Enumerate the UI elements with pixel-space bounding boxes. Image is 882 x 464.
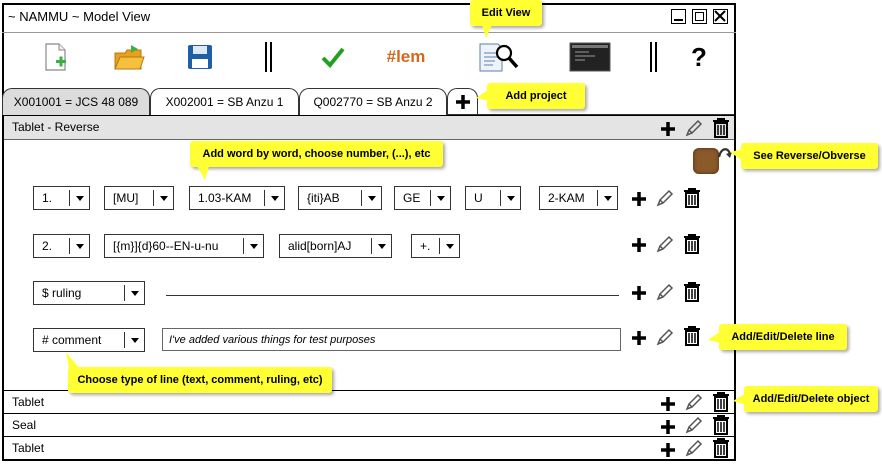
note-add-word: Add word by word, choose number, (...), … <box>190 141 443 167</box>
delete-line-icon[interactable] <box>681 233 703 255</box>
word-select[interactable]: +. <box>411 234 460 258</box>
word-select[interactable]: [MU] <box>104 186 174 210</box>
note-see-reverse: See Reverse/Obverse <box>741 143 878 169</box>
object-header-label: Tablet - Reverse <box>12 120 100 134</box>
new-file-icon[interactable] <box>42 40 70 74</box>
add-icon[interactable] <box>657 118 679 140</box>
add-line-icon[interactable] <box>628 188 650 210</box>
maximize-button[interactable] <box>692 9 707 24</box>
delete-object-icon[interactable] <box>710 391 732 413</box>
note-edit-view: Edit View <box>470 0 542 26</box>
edit-line-icon[interactable] <box>654 326 676 348</box>
object-header <box>4 115 734 140</box>
add-object-icon[interactable] <box>657 416 679 438</box>
edit-object-icon[interactable] <box>683 437 705 459</box>
minimize-button[interactable] <box>671 9 686 24</box>
window-title: ~ NAMMU ~ Model View <box>8 9 151 24</box>
line-type-select[interactable]: 1. <box>33 186 90 210</box>
add-object-icon[interactable] <box>657 393 679 415</box>
tab-q002770[interactable]: Q002770 = SB Anzu 2 <box>299 88 447 115</box>
note-add-edit-line: Add/Edit/Delete line <box>719 324 847 350</box>
note-pointer <box>197 166 209 180</box>
note-pointer <box>66 352 79 368</box>
note-add-edit-object: Add/Edit/Delete object <box>744 386 878 412</box>
toolbar-separator <box>650 42 657 72</box>
add-line-icon[interactable] <box>628 282 650 304</box>
tab-x001001[interactable]: X001001 = JCS 48 089 <box>2 88 150 115</box>
trash-icon[interactable] <box>710 117 732 139</box>
delete-line-icon[interactable] <box>681 187 703 209</box>
ruling-line <box>166 295 619 296</box>
word-select[interactable]: [{m}]{d}60--EN-u-nu <box>104 234 264 258</box>
line-type-select[interactable]: 2. <box>33 234 90 258</box>
save-icon[interactable] <box>186 40 214 74</box>
tablet-reverse-icon[interactable] <box>693 148 719 174</box>
object-label: Tablet <box>12 395 45 409</box>
delete-line-icon[interactable] <box>681 325 703 347</box>
object-row[interactable]: Tablet <box>4 390 734 413</box>
delete-object-icon[interactable] <box>710 437 732 459</box>
word-select[interactable]: 2-KAM <box>539 186 618 210</box>
word-select[interactable]: GE <box>394 186 451 210</box>
word-select[interactable]: alid[born]AJ <box>279 234 392 258</box>
edit-view-icon[interactable] <box>478 40 520 74</box>
line-type-select[interactable]: $ ruling <box>33 281 145 305</box>
open-folder-icon[interactable] <box>112 40 146 74</box>
note-pointer <box>476 89 489 101</box>
note-choose-type: Choose type of line (text, comment, ruli… <box>68 367 332 393</box>
edit-object-icon[interactable] <box>683 414 705 436</box>
edit-object-icon[interactable] <box>683 391 705 413</box>
object-row[interactable]: Seal <box>4 413 734 436</box>
edit-line-icon[interactable] <box>654 281 676 303</box>
delete-line-icon[interactable] <box>681 281 703 303</box>
lem-button[interactable]: #lem <box>380 40 432 74</box>
add-object-icon[interactable] <box>657 439 679 461</box>
edit-line-icon[interactable] <box>654 187 676 209</box>
add-project-button[interactable] <box>447 88 478 115</box>
comment-input[interactable]: I've added various things for test purpo… <box>162 328 621 351</box>
line-type-select[interactable]: # comment <box>33 328 145 352</box>
close-button[interactable] <box>713 9 728 24</box>
note-pointer <box>482 25 492 38</box>
check-icon[interactable] <box>320 40 346 74</box>
note-pointer <box>708 331 721 343</box>
word-select[interactable]: {iti}AB <box>298 186 382 210</box>
tab-x002001[interactable]: X002001 = SB Anzu 1 <box>150 88 299 115</box>
note-add-project: Add project <box>487 83 585 109</box>
note-pointer <box>730 149 743 161</box>
add-line-icon[interactable] <box>628 327 650 349</box>
note-pointer <box>733 393 746 405</box>
toolbar-separator <box>265 42 272 72</box>
console-icon[interactable] <box>568 40 612 74</box>
word-select[interactable]: 1.03-KAM <box>189 186 285 210</box>
word-select[interactable]: U <box>465 186 521 210</box>
add-line-icon[interactable] <box>628 234 650 256</box>
object-label: Tablet <box>12 441 45 455</box>
object-row[interactable]: Tablet <box>4 436 734 459</box>
object-label: Seal <box>12 418 37 432</box>
help-icon[interactable]: ? <box>686 40 712 74</box>
delete-object-icon[interactable] <box>710 414 732 436</box>
edit-pencil-icon[interactable] <box>683 117 705 139</box>
edit-line-icon[interactable] <box>654 233 676 255</box>
